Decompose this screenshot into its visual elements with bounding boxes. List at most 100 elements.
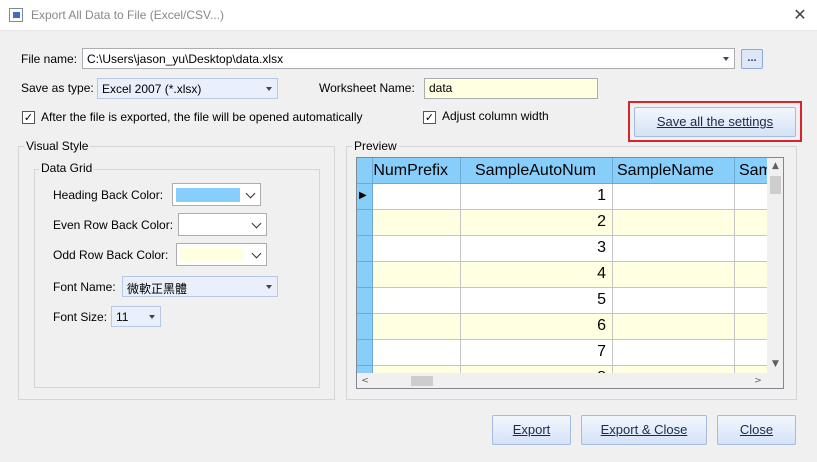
close-button[interactable]: Close — [717, 415, 796, 445]
grid-cell[interactable] — [613, 288, 735, 314]
grid-cell[interactable] — [373, 236, 461, 262]
grid-cell[interactable] — [373, 288, 461, 314]
grid-cell[interactable] — [735, 288, 769, 314]
scroll-down-icon[interactable]: ▼ — [767, 358, 783, 370]
heading-back-color-label: Heading Back Color: — [53, 188, 164, 202]
chevron-down-icon — [266, 87, 272, 91]
grid-cell[interactable]: 6 — [461, 314, 613, 340]
row-header[interactable] — [357, 288, 373, 314]
grid-cell[interactable]: 7 — [461, 340, 613, 366]
grid-cell[interactable] — [373, 340, 461, 366]
close-button-label: Close — [739, 422, 774, 437]
file-name-input[interactable]: C:\Users\jason_yu\Desktop\data.xlsx — [82, 48, 735, 69]
font-size-select[interactable]: 11 — [111, 306, 161, 327]
export-close-button-label: Export & Close — [600, 422, 688, 437]
preview-legend: Preview — [352, 139, 399, 153]
font-size-label: Font Size: — [53, 310, 108, 324]
grid-cell[interactable] — [735, 340, 769, 366]
export-button-label: Export — [512, 422, 551, 437]
grid-cell[interactable] — [613, 210, 735, 236]
save-all-settings-label: Save all the settings — [656, 114, 774, 129]
font-name-value: 微軟正黑體 — [127, 282, 188, 296]
chevron-down-icon — [723, 57, 729, 61]
horizontal-scrollbar[interactable]: < > — [357, 373, 783, 388]
preview-grid[interactable]: NumPrefix SampleAutoNum SampleName Sam ▶… — [356, 157, 784, 389]
scroll-up-icon[interactable]: ▲ — [767, 160, 783, 172]
adjust-column-width-checkbox[interactable]: ✓ — [423, 111, 436, 124]
grid-cell[interactable] — [735, 210, 769, 236]
save-as-type-value: Excel 2007 (*.xlsx) — [102, 82, 202, 96]
open-after-export-checkbox[interactable]: ✓ — [22, 111, 35, 124]
grid-cell[interactable]: 2 — [461, 210, 613, 236]
visual-style-legend: Visual Style — [24, 139, 91, 153]
grid-cell[interactable] — [373, 184, 461, 210]
scroll-right-icon[interactable]: > — [753, 375, 763, 387]
grid-cell[interactable] — [613, 184, 735, 210]
odd-row-back-color-picker[interactable] — [176, 243, 267, 266]
column-header-label: SampleName — [617, 162, 714, 179]
grid-corner — [357, 158, 373, 184]
column-header[interactable]: SampleAutoNum — [461, 158, 613, 184]
row-header[interactable] — [357, 340, 373, 366]
font-name-label: Font Name: — [53, 280, 116, 294]
scroll-left-icon[interactable]: < — [360, 375, 370, 387]
chevron-down-icon — [149, 315, 155, 319]
file-name-value: C:\Users\jason_yu\Desktop\data.xlsx — [87, 52, 284, 66]
grid-cell[interactable]: 1 — [461, 184, 613, 210]
grid-cell[interactable] — [373, 262, 461, 288]
column-header[interactable]: NumPrefix — [373, 158, 461, 184]
vertical-scroll-thumb[interactable] — [770, 176, 781, 194]
save-as-type-select[interactable]: Excel 2007 (*.xlsx) — [97, 78, 278, 99]
adjust-column-width-label: Adjust column width — [442, 109, 549, 123]
font-size-value: 11 — [116, 310, 129, 324]
even-row-color-swatch — [182, 218, 246, 232]
browse-button[interactable]: ... — [741, 49, 763, 69]
grid-cell[interactable] — [613, 262, 735, 288]
grid-cell[interactable] — [735, 314, 769, 340]
file-name-label: File name: — [21, 52, 78, 66]
grid-cell[interactable] — [613, 314, 735, 340]
worksheet-name-label: Worksheet Name: — [319, 81, 415, 95]
chevron-down-icon — [245, 188, 256, 199]
odd-row-color-swatch — [180, 248, 244, 262]
title-bar: Export All Data to File (Excel/CSV...) ✕ — [0, 0, 817, 31]
horizontal-scroll-thumb[interactable] — [411, 376, 433, 386]
current-row-icon: ▶ — [359, 190, 367, 201]
grid-cell[interactable] — [373, 314, 461, 340]
heading-color-swatch — [176, 188, 240, 202]
save-all-settings-button[interactable]: Save all the settings — [634, 107, 796, 137]
even-row-back-color-picker[interactable] — [178, 213, 267, 236]
row-header[interactable] — [357, 314, 373, 340]
grid-cell[interactable] — [735, 262, 769, 288]
row-header[interactable] — [357, 236, 373, 262]
grid-cell[interactable] — [613, 236, 735, 262]
open-after-export-label: After the file is exported, the file wil… — [41, 110, 363, 124]
row-header[interactable] — [357, 262, 373, 288]
vertical-scrollbar[interactable]: ▲ ▼ — [767, 158, 783, 373]
heading-back-color-picker[interactable] — [172, 183, 261, 206]
grid-cell[interactable] — [735, 184, 769, 210]
save-as-type-label: Save as type: — [21, 81, 94, 95]
row-header[interactable] — [357, 210, 373, 236]
column-header[interactable]: Sam — [735, 158, 769, 184]
close-window-icon[interactable]: ✕ — [788, 4, 812, 26]
chevron-down-icon — [266, 285, 272, 289]
font-name-select[interactable]: 微軟正黑體 — [122, 276, 278, 297]
grid-cell[interactable] — [613, 340, 735, 366]
chevron-down-icon — [251, 218, 262, 229]
export-close-button[interactable]: Export & Close — [581, 415, 707, 445]
grid-cell[interactable]: 5 — [461, 288, 613, 314]
grid-cell[interactable]: 3 — [461, 236, 613, 262]
column-header[interactable]: SampleName — [613, 158, 735, 184]
chevron-down-icon — [251, 248, 262, 259]
grid-cell[interactable] — [735, 236, 769, 262]
grid-cell[interactable] — [373, 210, 461, 236]
column-header-label: Sam — [739, 162, 769, 179]
export-button[interactable]: Export — [492, 415, 571, 445]
even-row-back-color-label: Even Row Back Color: — [53, 218, 174, 232]
app-icon — [9, 8, 23, 22]
data-grid-legend: Data Grid — [39, 161, 95, 175]
grid-cell[interactable]: 4 — [461, 262, 613, 288]
row-header[interactable]: ▶ — [357, 184, 373, 210]
worksheet-name-input[interactable]: data — [424, 78, 598, 99]
